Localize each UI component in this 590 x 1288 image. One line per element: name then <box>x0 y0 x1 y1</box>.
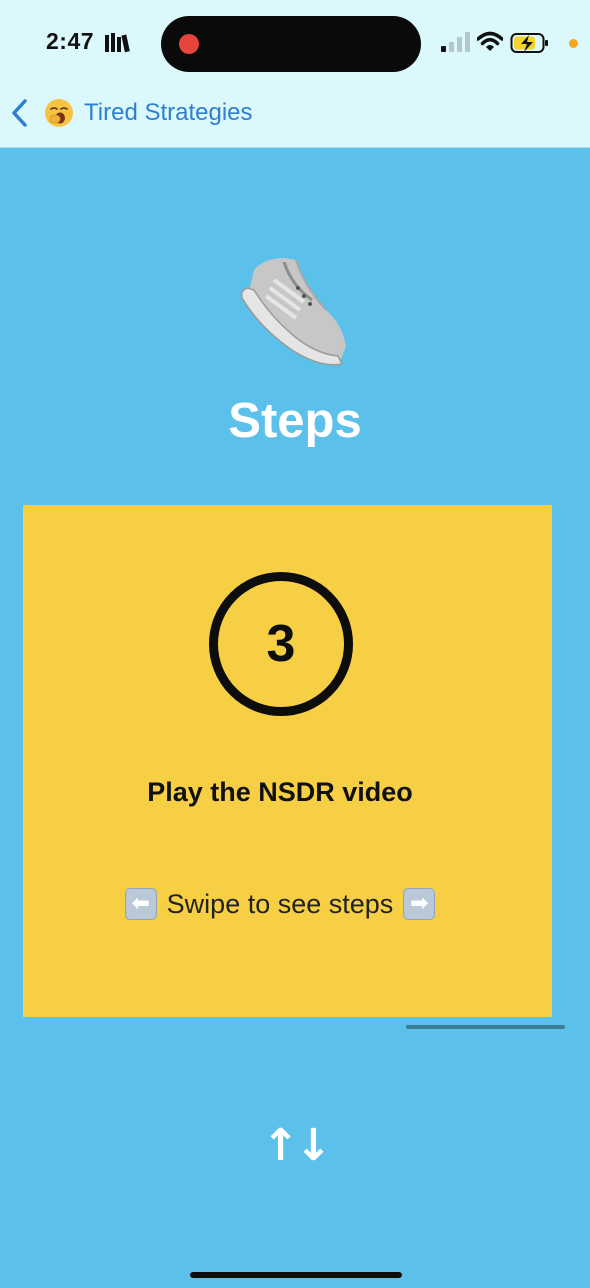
chevron-left-icon <box>12 99 27 127</box>
left-arrow-icon: ⬅ <box>124 888 157 920</box>
recording-dot-icon <box>179 34 199 54</box>
step-number-circle: 3 <box>209 572 353 716</box>
status-time: 2:47 <box>46 28 95 54</box>
yawning-face-icon <box>45 99 73 127</box>
swipe-hint-text: Swipe to see steps <box>166 888 394 919</box>
home-indicator[interactable] <box>190 1272 402 1278</box>
step-number: 3 <box>266 615 296 673</box>
step-card[interactable]: 3 Play the NSDR video ⬅ Swipe to see ste… <box>23 505 552 1017</box>
page-title: Steps <box>228 394 362 448</box>
top-bar: 2:47 Tired Strategies <box>0 0 590 148</box>
privacy-dot-icon <box>569 39 578 48</box>
horizontal-scroll-indicator <box>406 1025 565 1029</box>
wifi-icon <box>477 31 503 51</box>
battery-charging-icon <box>510 33 548 53</box>
books-icon <box>105 33 130 53</box>
back-button[interactable]: Tired Strategies <box>8 94 253 132</box>
step-description: Play the NSDR video <box>147 777 413 807</box>
up-down-arrows-icon[interactable]: ↑↓ <box>250 1120 340 1171</box>
running-shoe-icon <box>240 258 346 366</box>
cellular-signal-icon <box>441 32 470 52</box>
dynamic-island <box>161 16 421 72</box>
swipe-hint: ⬅ Swipe to see steps ➡ <box>23 888 537 920</box>
right-arrow-icon: ➡ <box>403 888 436 920</box>
nav-title: Tired Strategies <box>84 99 253 126</box>
